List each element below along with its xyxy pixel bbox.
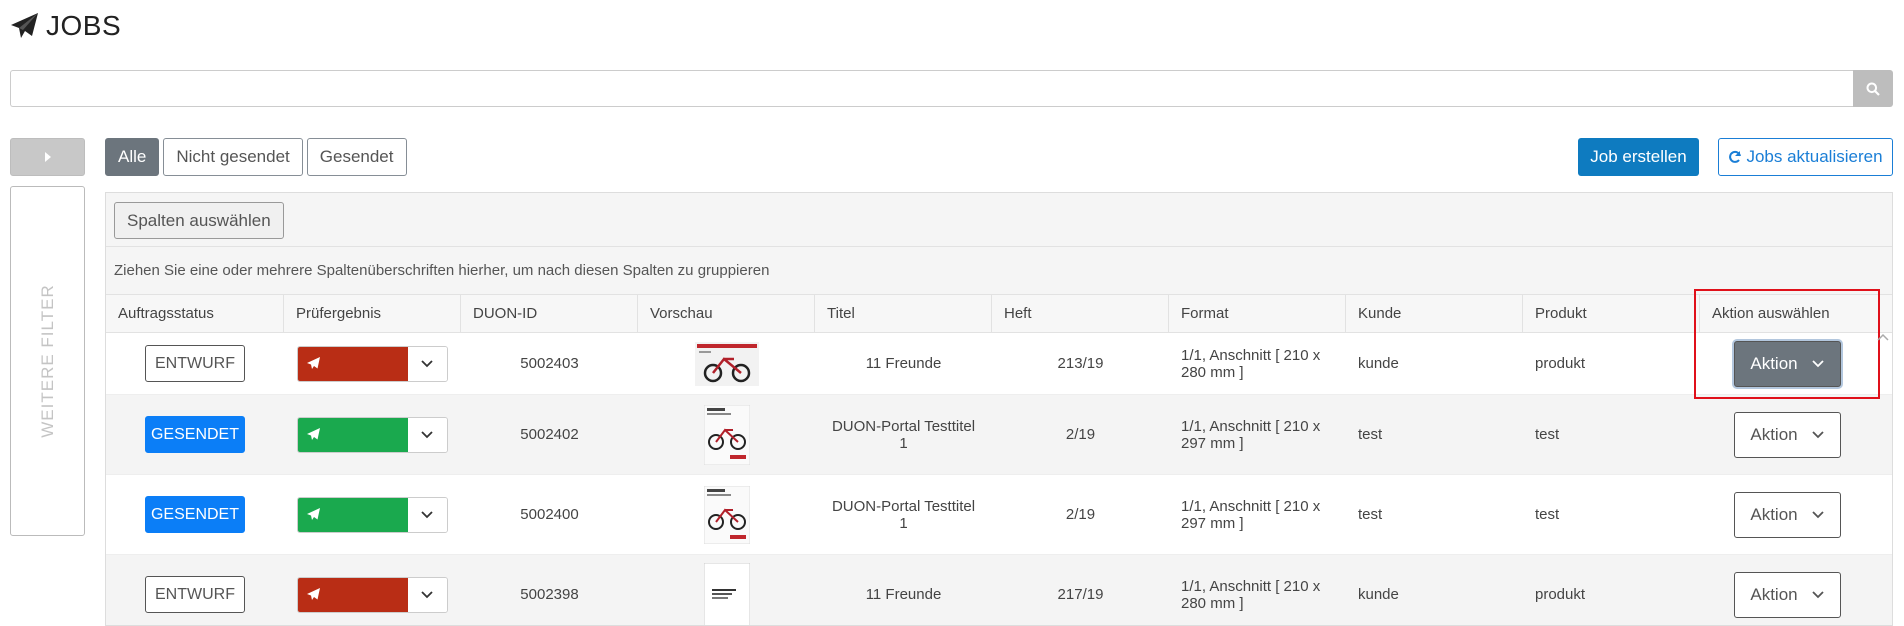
duon-id: 5002400: [520, 506, 579, 523]
status-tabs: Alle Nicht gesendet Gesendet: [105, 138, 407, 176]
status-button[interactable]: GESENDET: [145, 496, 245, 533]
paper-plane-icon: [307, 588, 320, 600]
action-dropdown-button[interactable]: Aktion: [1733, 340, 1841, 387]
sidebar-toggle-button[interactable]: [10, 138, 85, 176]
choose-columns-button[interactable]: Spalten auswählen: [114, 202, 284, 239]
format: 1/1, Anschnitt [ 210 x 280 mm ]: [1181, 577, 1321, 612]
issue: 2/19: [1065, 426, 1096, 443]
page-title: JOBS: [46, 10, 122, 41]
search-input[interactable]: [10, 70, 1853, 107]
job-title: DUON-Portal Testtitel 1: [831, 497, 976, 532]
create-job-button[interactable]: Job erstellen: [1578, 138, 1699, 176]
product: test: [1535, 506, 1560, 523]
tab-gesendet[interactable]: Gesendet: [306, 138, 407, 176]
header-kunde[interactable]: Kunde: [1346, 295, 1523, 332]
issue: 2/19: [1065, 506, 1096, 523]
action-dropdown-button[interactable]: Aktion: [1733, 411, 1841, 458]
check-result-button[interactable]: [298, 577, 408, 612]
issue: 217/19: [1057, 586, 1104, 603]
job-title: 11 Freunde: [865, 586, 942, 603]
duon-id: 5002402: [520, 426, 579, 443]
check-result-dropdown[interactable]: [297, 576, 448, 613]
customer: kunde: [1358, 355, 1399, 372]
page-header: JOBS: [10, 8, 121, 44]
status-button[interactable]: ENTWURF: [145, 576, 245, 613]
filter-panel[interactable]: WEITERE FILTER: [10, 186, 85, 536]
chevron-down-icon[interactable]: [407, 577, 447, 612]
preview-thumbnail[interactable]: [694, 341, 759, 386]
header-aktion-auswaehlen[interactable]: Aktion auswählen: [1700, 295, 1874, 332]
chevron-down-icon: [1811, 590, 1824, 598]
check-result-button[interactable]: [298, 417, 408, 452]
action-label: Aktion: [1750, 504, 1798, 524]
header-vorschau[interactable]: Vorschau: [638, 295, 815, 332]
header-produkt[interactable]: Produkt: [1523, 295, 1700, 332]
preview-thumbnail[interactable]: [703, 485, 750, 544]
table-row[interactable]: GESENDET 5002400 DUON-Portal Testtitel 1…: [106, 475, 1892, 555]
paper-plane-icon: [307, 428, 320, 440]
search-bar: [10, 70, 1893, 107]
status-button[interactable]: ENTWURF: [145, 345, 245, 382]
header-titel[interactable]: Titel: [815, 295, 992, 332]
chevron-down-icon: [1811, 359, 1824, 367]
chevron-down-icon: [1811, 430, 1824, 438]
paper-plane-icon: [11, 13, 38, 38]
chevron-down-icon[interactable]: [407, 346, 447, 381]
product: produkt: [1535, 586, 1586, 603]
check-result-dropdown[interactable]: [297, 345, 448, 382]
check-result-dropdown[interactable]: [297, 496, 448, 533]
customer: test: [1358, 426, 1383, 443]
header-pruefergebnis[interactable]: Prüfergebnis: [284, 295, 461, 332]
issue: 213/19: [1057, 355, 1104, 372]
table-row[interactable]: GESENDET 5002402 DUON-Portal Testtitel 1…: [106, 395, 1892, 475]
preview-thumbnail[interactable]: [703, 562, 750, 626]
table-row[interactable]: ENTWURF 5002403 11 Freunde 213/19 1/1, A…: [106, 333, 1892, 395]
chevron-down-icon: [1811, 510, 1824, 518]
header-duon-id[interactable]: DUON-ID: [461, 295, 638, 332]
caret-right-icon: [44, 152, 51, 162]
header-auftragsstatus[interactable]: Auftragsstatus: [106, 295, 284, 332]
duon-id: 5002403: [520, 355, 579, 372]
job-title: DUON-Portal Testtitel 1: [831, 417, 976, 452]
paper-plane-icon: [307, 508, 320, 520]
paper-plane-icon: [307, 357, 320, 369]
tab-alle[interactable]: Alle: [105, 138, 160, 176]
action-dropdown-button[interactable]: Aktion: [1733, 571, 1841, 618]
format: 1/1, Anschnitt [ 210 x 297 mm ]: [1181, 417, 1321, 452]
refresh-jobs-button[interactable]: Jobs aktualisieren: [1718, 138, 1893, 176]
search-icon: [1866, 82, 1880, 96]
chevron-down-icon[interactable]: [407, 497, 447, 532]
preview-thumbnail[interactable]: [703, 404, 750, 465]
product: test: [1535, 426, 1560, 443]
action-dropdown-button[interactable]: Aktion: [1733, 491, 1841, 538]
table-row[interactable]: ENTWURF 5002398 11 Freunde 217/19 1/1, A…: [106, 555, 1892, 626]
header-heft[interactable]: Heft: [992, 295, 1169, 332]
header-format[interactable]: Format: [1169, 295, 1346, 332]
chevron-down-icon[interactable]: [407, 417, 447, 452]
job-title: 11 Freunde: [865, 355, 942, 372]
check-result-dropdown[interactable]: [297, 416, 448, 453]
jobs-grid: Spalten auswählen Ziehen Sie eine oder m…: [105, 192, 1893, 626]
action-label: Aktion: [1750, 584, 1798, 604]
format: 1/1, Anschnitt [ 210 x 280 mm ]: [1181, 346, 1321, 381]
product: produkt: [1535, 355, 1586, 372]
refresh-label: Jobs aktualisieren: [1746, 147, 1883, 166]
group-panel[interactable]: Ziehen Sie eine oder mehrere Spaltenüber…: [106, 247, 1892, 295]
table-header: Auftragsstatus Prüfergebnis DUON-ID Vors…: [106, 295, 1892, 333]
search-button[interactable]: [1853, 70, 1893, 107]
customer: test: [1358, 506, 1383, 523]
format: 1/1, Anschnitt [ 210 x 297 mm ]: [1181, 497, 1321, 532]
check-result-button[interactable]: [298, 497, 408, 532]
tab-nicht-gesendet[interactable]: Nicht gesendet: [163, 138, 303, 176]
customer: kunde: [1358, 586, 1399, 603]
scroll-up-icon[interactable]: [1877, 333, 1889, 341]
refresh-icon: [1729, 150, 1742, 163]
filter-label: WEITERE FILTER: [37, 284, 57, 438]
grid-toolbar: Spalten auswählen: [106, 193, 1892, 247]
check-result-button[interactable]: [298, 346, 408, 381]
action-label: Aktion: [1750, 353, 1798, 373]
duon-id: 5002398: [520, 586, 579, 603]
action-label: Aktion: [1750, 424, 1798, 444]
status-button[interactable]: GESENDET: [145, 416, 245, 453]
